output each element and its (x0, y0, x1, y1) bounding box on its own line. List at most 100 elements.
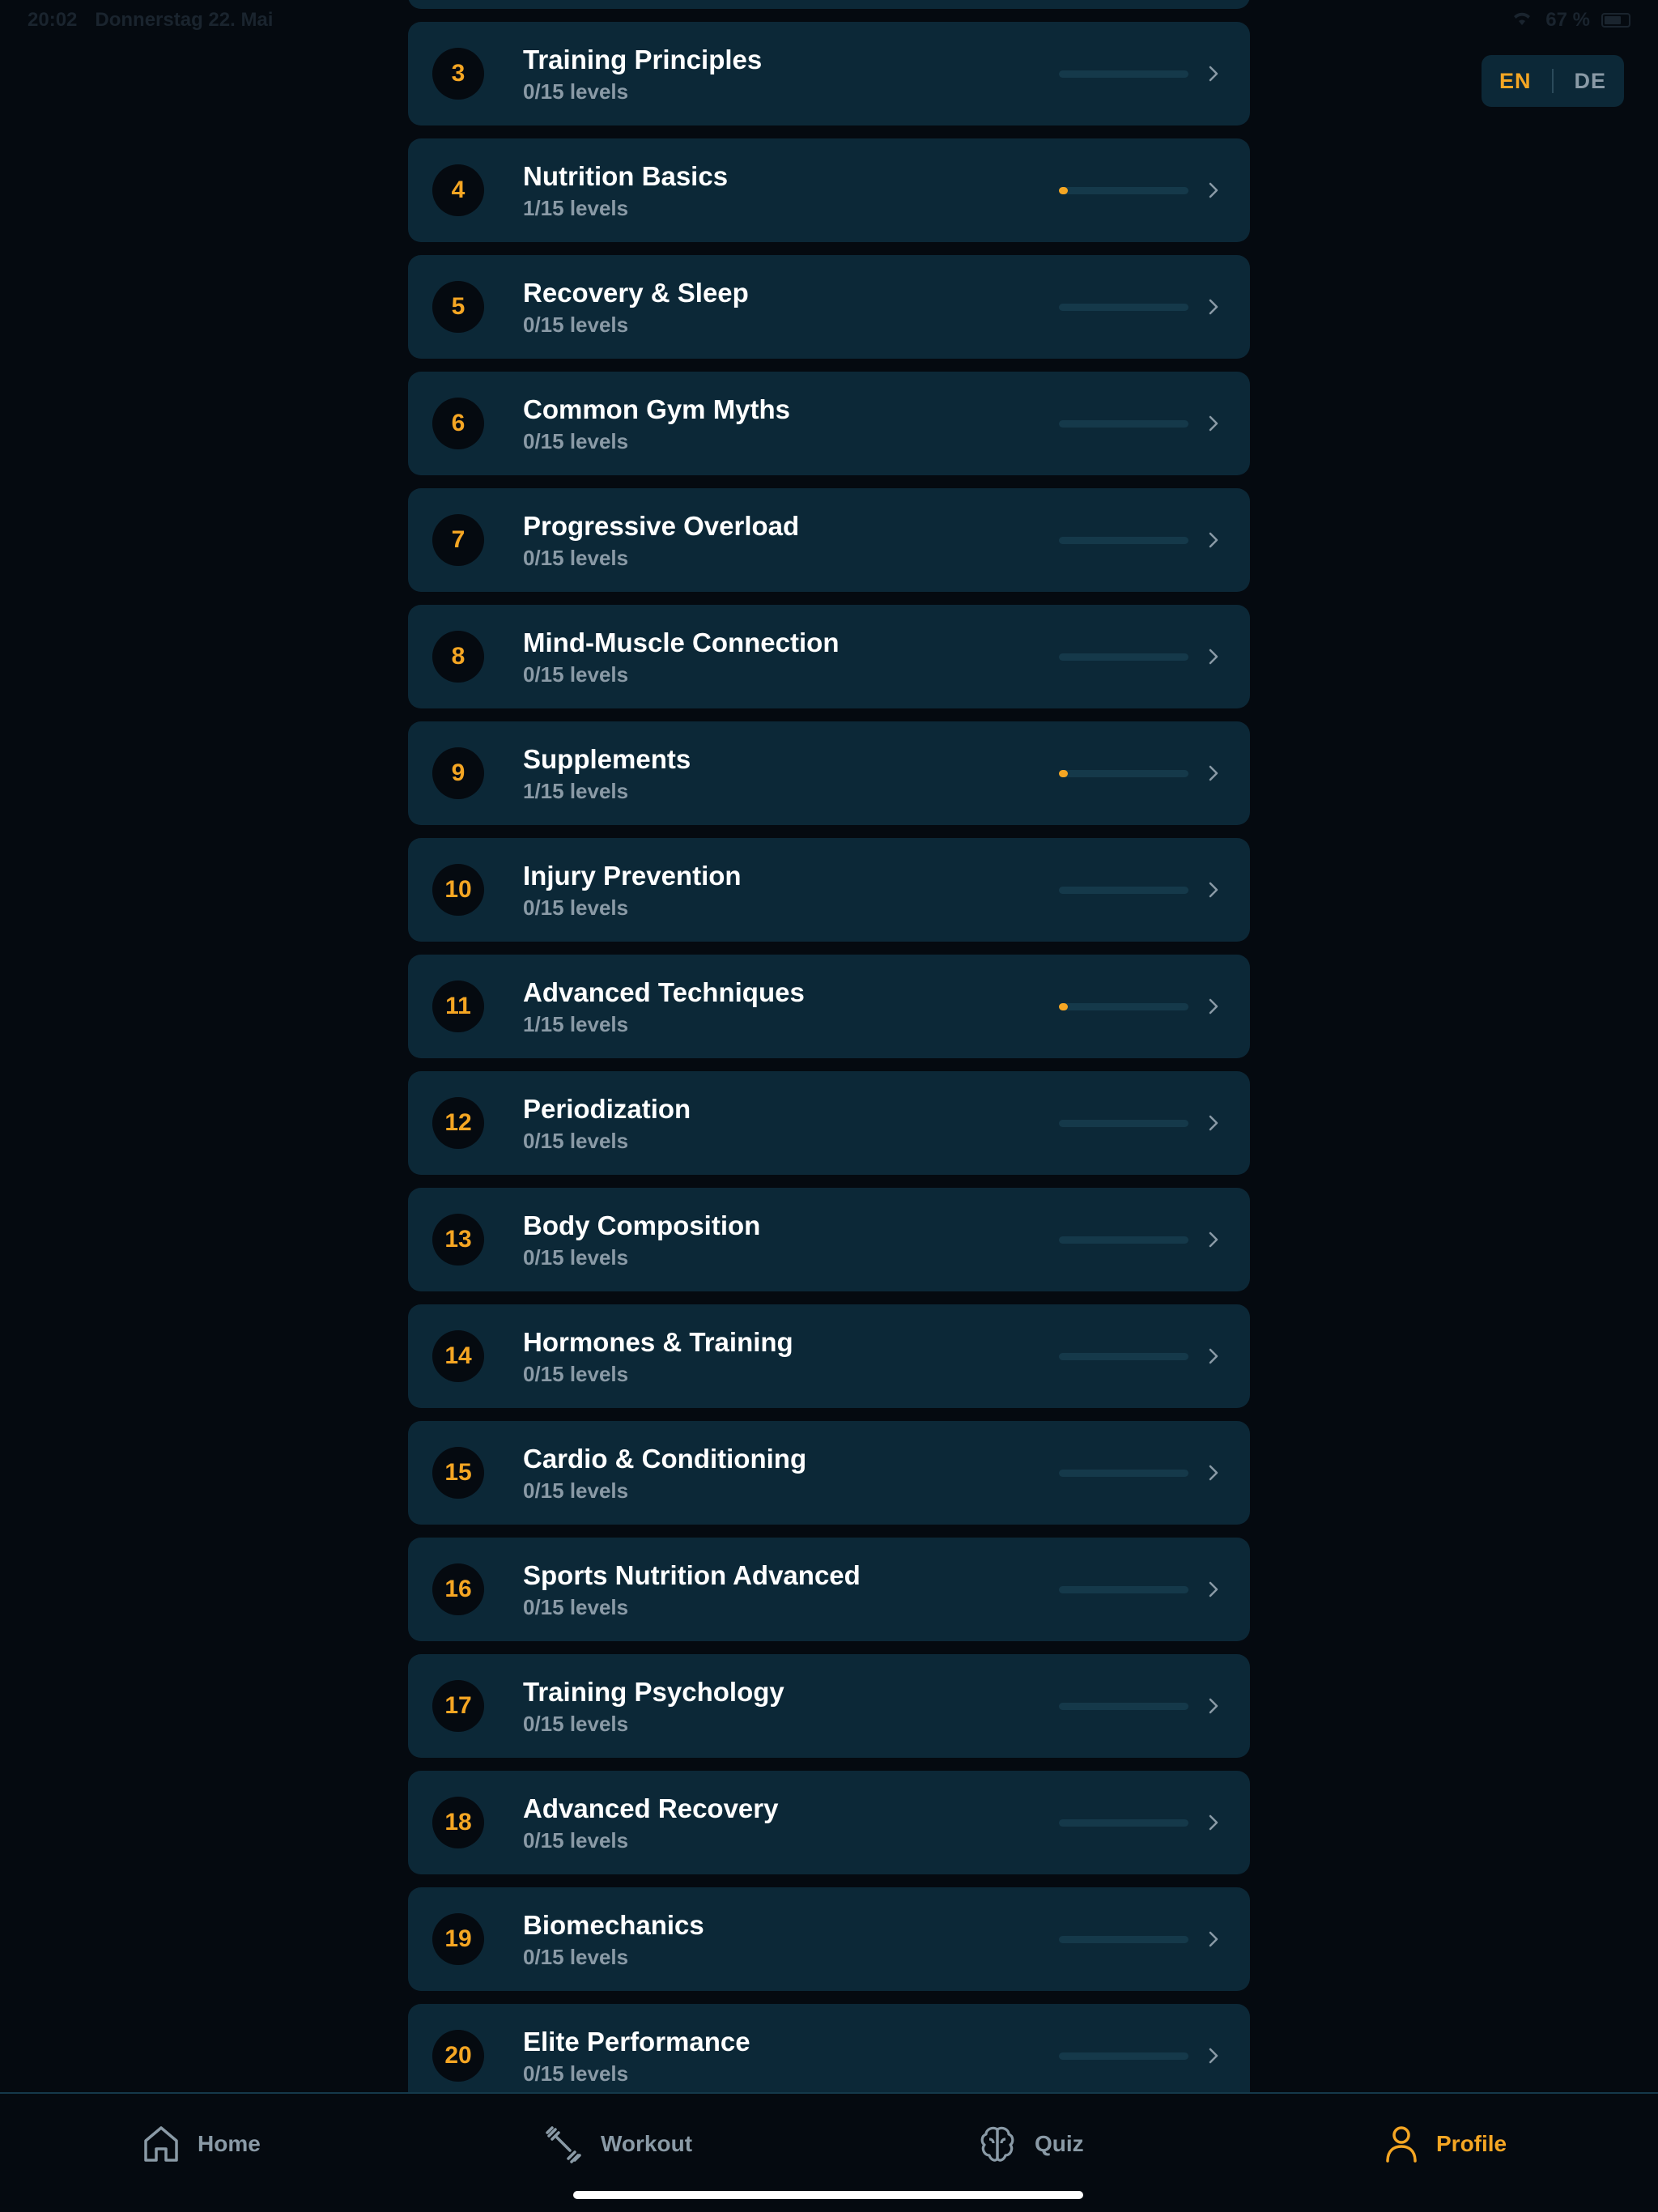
topic-title: Sports Nutrition Advanced (523, 1559, 861, 1590)
topic-levels: 0/15 levels (523, 1128, 629, 1153)
chevron-right-icon (1205, 298, 1222, 316)
tab-home[interactable]: Home (142, 2120, 261, 2168)
topic-title: Progressive Overload (523, 510, 800, 541)
topic-card[interactable]: 13 Body Composition 0/15 levels (408, 1188, 1250, 1291)
topic-card[interactable]: 5 Recovery & Sleep 0/15 levels (408, 255, 1250, 359)
topic-levels: 0/15 levels (523, 1478, 629, 1503)
screen: 20:02 Donnerstag 22. Mai 67 % EN DE 23Tr… (0, 0, 1658, 2212)
topic-levels: 0/15 levels (523, 1944, 629, 1969)
topic-title: Advanced Techniques (523, 976, 805, 1007)
topic-card[interactable]: 15 Cardio & Conditioning 0/15 levels (408, 1421, 1250, 1525)
progress-bar (1059, 769, 1188, 777)
topic-number-badge: 18 (432, 1797, 484, 1848)
topic-number-badge: 10 (432, 864, 484, 916)
topic-levels: 1/15 levels (523, 778, 629, 803)
topic-number-badge: 19 (432, 1913, 484, 1965)
topic-number-badge: 14 (432, 1330, 484, 1382)
tab-bar: Home Workout Quiz Profile (0, 2092, 1658, 2212)
topic-levels: 0/15 levels (523, 1244, 629, 1270)
chevron-right-icon (1205, 1347, 1222, 1365)
status-date: Donnerstag 22. Mai (95, 9, 274, 31)
topic-levels: 0/15 levels (523, 1361, 629, 1386)
topic-card[interactable]: 18 Advanced Recovery 0/15 levels (408, 1771, 1250, 1874)
topic-card[interactable]: 4 Nutrition Basics 1/15 levels (408, 138, 1250, 242)
topic-card[interactable]: 7 Progressive Overload 0/15 levels (408, 488, 1250, 592)
topic-number-badge: 13 (432, 1214, 484, 1266)
progress-bar (1059, 2052, 1188, 2060)
topic-levels: 1/15 levels (523, 195, 629, 220)
topic-title: Periodization (523, 1093, 691, 1124)
topic-list: 23Training Principles0/15 levels4Nutriti… (408, 0, 1250, 2108)
topic-title: Recovery & Sleep (523, 277, 749, 308)
tab-profile-label: Profile (1436, 2131, 1507, 2156)
chevron-right-icon (1205, 648, 1222, 666)
lang-divider (1552, 69, 1554, 93)
topic-number-badge: 5 (432, 281, 484, 333)
topic-levels: 0/15 levels (523, 895, 629, 920)
topic-levels: 0/15 levels (523, 1827, 629, 1853)
chevron-right-icon (1205, 1231, 1222, 1249)
topic-title: Body Composition (523, 1210, 761, 1240)
chevron-right-icon (1205, 1114, 1222, 1132)
dumbbell-icon (544, 2125, 583, 2163)
progress-bar (1059, 1119, 1188, 1127)
tab-quiz-label: Quiz (1035, 2131, 1084, 2156)
status-bar: 20:02 Donnerstag 22. Mai 67 % (0, 0, 1658, 40)
topic-title: Cardio & Conditioning (523, 1443, 807, 1474)
chevron-right-icon (1205, 181, 1222, 199)
tab-profile[interactable]: Profile (1384, 2120, 1507, 2168)
topic-card[interactable]: 14 Hormones & Training 0/15 levels (408, 1304, 1250, 1408)
topic-card[interactable]: 16 Sports Nutrition Advanced 0/15 levels (408, 1538, 1250, 1641)
topic-card[interactable]: 11 Advanced Techniques 1/15 levels (408, 955, 1250, 1058)
topic-title: Common Gym Myths (523, 393, 791, 424)
progress-bar (1059, 536, 1188, 544)
topic-number-badge: 15 (432, 1447, 484, 1499)
topic-number-badge: 17 (432, 1680, 484, 1732)
chevron-right-icon (1205, 764, 1222, 782)
topic-card[interactable]: 9 Supplements 1/15 levels (408, 721, 1250, 825)
topic-title: Mind-Muscle Connection (523, 627, 840, 657)
chevron-right-icon (1205, 1697, 1222, 1715)
topic-levels: 0/15 levels (523, 312, 629, 337)
lang-option-de[interactable]: DE (1574, 69, 1606, 94)
topic-number-badge: 6 (432, 398, 484, 449)
progress-bar (1059, 886, 1188, 894)
topic-card[interactable]: 6 Common Gym Myths 0/15 levels (408, 372, 1250, 475)
chevron-right-icon (1205, 415, 1222, 432)
chevron-right-icon (1205, 1580, 1222, 1598)
topic-card[interactable]: 17 Training Psychology 0/15 levels (408, 1654, 1250, 1758)
topic-title: Biomechanics (523, 1909, 704, 1940)
person-icon (1384, 2125, 1418, 2163)
tab-home-label: Home (198, 2131, 261, 2156)
tab-quiz[interactable]: Quiz (978, 2120, 1084, 2168)
language-toggle[interactable]: EN DE (1482, 55, 1624, 107)
progress-fill (1059, 186, 1068, 194)
topic-card[interactable]: 19 Biomechanics 0/15 levels (408, 1887, 1250, 1991)
progress-bar (1059, 1935, 1188, 1943)
topic-levels: 0/15 levels (523, 1711, 629, 1736)
progress-bar (1059, 1469, 1188, 1477)
progress-fill (1059, 1002, 1068, 1010)
topic-title: Advanced Recovery (523, 1793, 779, 1823)
topic-card[interactable]: 8 Mind-Muscle Connection 0/15 levels (408, 605, 1250, 708)
tab-workout[interactable]: Workout (544, 2120, 692, 2168)
progress-bar (1059, 1585, 1188, 1593)
progress-bar (1059, 1002, 1188, 1010)
chevron-right-icon (1205, 998, 1222, 1015)
topic-title: Nutrition Basics (523, 160, 729, 191)
topic-number-badge: 3 (432, 48, 484, 100)
topic-number-badge: 20 (432, 2030, 484, 2082)
topic-card[interactable]: 12 Periodization 0/15 levels (408, 1071, 1250, 1175)
wifi-icon (1510, 9, 1534, 32)
topic-levels: 1/15 levels (523, 1011, 629, 1036)
battery-percent: 67 % (1545, 9, 1590, 31)
chevron-right-icon (1205, 65, 1222, 83)
topic-card[interactable]: 10 Injury Prevention 0/15 levels (408, 838, 1250, 942)
topic-number-badge: 16 (432, 1563, 484, 1615)
lang-option-en[interactable]: EN (1499, 69, 1532, 94)
topic-levels: 0/15 levels (523, 79, 629, 104)
progress-bar (1059, 1819, 1188, 1827)
progress-bar (1059, 653, 1188, 661)
progress-bar (1059, 70, 1188, 78)
topic-number-badge: 11 (432, 981, 484, 1032)
